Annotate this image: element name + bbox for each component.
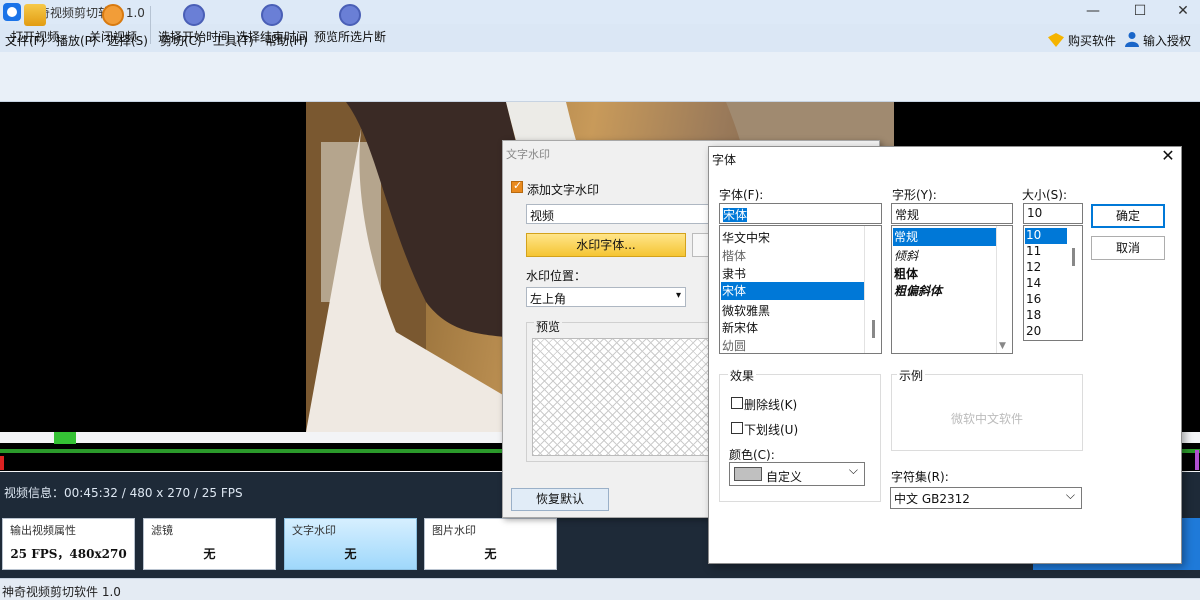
font-style-list[interactable]: 常规 倾斜 粗体 粗偏斜体 (891, 225, 1013, 354)
select-start-time-button[interactable]: 选择开始时间 (158, 4, 230, 48)
font-name-input[interactable]: 宋体 (719, 203, 882, 224)
color-value: 自定义 (766, 470, 803, 484)
maximize-button[interactable]: ☐ (1117, 0, 1163, 24)
font-size-list[interactable]: 10 11 12 14 16 18 20 (1023, 225, 1083, 341)
font-style-input[interactable]: 常规 (891, 203, 1013, 224)
timeline-end-marker[interactable] (1195, 450, 1199, 470)
size-option-selected[interactable]: 10 (1025, 228, 1067, 244)
font-name-list[interactable]: 华文中宋 楷体 隶书 宋体 微软雅黑 新宋体 幼圆 (719, 225, 882, 354)
font-list-scrollbar-thumb[interactable] (872, 320, 875, 338)
font-dialog-title: 字体 (712, 153, 737, 167)
size-option[interactable]: 14 (1026, 276, 1041, 290)
card-filter[interactable]: 滤镜 无 (143, 518, 276, 570)
position-select[interactable]: 左上角 (526, 287, 686, 307)
color-swatch (734, 467, 762, 481)
watermark-preview (532, 338, 710, 456)
status-text: 神奇视频剪切软件 1.0 (2, 585, 121, 599)
charset-label: 字符集(R): (891, 470, 949, 484)
bracket-start-icon (183, 4, 205, 26)
close-circle-icon (102, 4, 124, 26)
color-label: 颜色(C): (729, 448, 775, 462)
play-icon (339, 4, 361, 26)
card-value: 无 (203, 547, 216, 561)
bracket-end-icon (261, 4, 283, 26)
size-option[interactable]: 16 (1026, 292, 1041, 306)
watermark-font-button[interactable]: 水印字体... (526, 233, 686, 257)
position-label: 水印位置： (526, 269, 587, 283)
size-list-scrollbar-thumb[interactable] (1072, 248, 1075, 266)
strikeout-checkbox[interactable] (731, 397, 743, 409)
ok-button[interactable]: 确定 (1091, 204, 1165, 228)
close-window-button[interactable]: ✕ (1160, 0, 1200, 24)
watermark-text-input[interactable]: 视频 (526, 204, 716, 224)
preview-label: 预览 (534, 318, 563, 335)
font-option[interactable]: 楷体 (722, 247, 746, 264)
timeline-start-marker[interactable] (0, 456, 4, 470)
font-size-input[interactable]: 10 (1023, 203, 1083, 224)
card-output-properties[interactable]: 输出视频属性 25 FPS，480x270 (2, 518, 135, 570)
sample-label: 示例 (897, 367, 926, 384)
toolbar-separator (150, 6, 151, 44)
font-option[interactable]: 隶书 (722, 265, 746, 282)
select-end-time-button[interactable]: 选择结束时间 (236, 4, 308, 48)
font-option[interactable]: 华文中宋 (722, 229, 770, 246)
enable-watermark-checkbox[interactable] (511, 179, 523, 193)
card-title: 图片水印 (432, 524, 476, 537)
underline-label[interactable]: 下划线(U) (744, 421, 798, 438)
style-list-scrollbar[interactable] (996, 226, 1012, 353)
font-option[interactable]: 新宋体 (722, 319, 758, 336)
close-video-button[interactable]: 关闭视频 (86, 4, 140, 48)
video-info: 视频信息：00:45:32 / 480 x 270 / 25 FPS (4, 486, 243, 500)
status-bar (0, 578, 1200, 600)
card-image-watermark[interactable]: 图片水印 无 (424, 518, 557, 570)
card-text-watermark[interactable]: 文字水印 无 (284, 518, 417, 570)
card-title: 滤镜 (151, 524, 173, 537)
font-size-label: 大小(S): (1022, 188, 1068, 202)
style-option[interactable]: 粗体 (894, 265, 918, 282)
timeline-position-marker[interactable] (54, 432, 76, 444)
strikeout-label[interactable]: 删除线(K) (744, 396, 797, 413)
size-option[interactable]: 11 (1026, 244, 1041, 258)
sample-text: 微软中文软件 (950, 412, 1023, 426)
font-name-label: 字体(F): (719, 188, 764, 202)
style-option[interactable]: 粗偏斜体 (894, 282, 942, 299)
scroll-down-icon[interactable]: ▼ (999, 341, 1006, 351)
font-option[interactable]: 微软雅黑 (722, 302, 770, 319)
font-style-label: 字形(Y): (892, 188, 937, 202)
card-value: 无 (344, 547, 357, 561)
buy-software-link[interactable]: 购买软件 (1068, 32, 1116, 49)
card-title: 输出视频属性 (10, 524, 76, 537)
charset-select[interactable]: 中文 GB2312 (890, 487, 1082, 509)
toolbar (0, 52, 1200, 102)
style-option[interactable]: 倾斜 (894, 247, 918, 264)
user-icon (1125, 32, 1139, 47)
font-dialog-close-icon[interactable]: ✕ (1160, 148, 1176, 164)
size-option[interactable]: 20 (1026, 324, 1041, 338)
card-value: 无 (484, 547, 497, 561)
font-option[interactable]: 幼圆 (722, 337, 746, 353)
preview-selection-button[interactable]: 预览所选片断 (314, 4, 386, 48)
enable-watermark-label[interactable]: 添加文字水印 (527, 181, 599, 198)
font-option-selected[interactable]: 宋体 (721, 282, 864, 300)
cancel-button[interactable]: 取消 (1091, 236, 1165, 260)
folder-open-icon (24, 4, 46, 26)
size-option[interactable]: 12 (1026, 260, 1041, 274)
restore-defaults-button[interactable]: 恢复默认 (511, 488, 609, 511)
style-option-selected[interactable]: 常规 (893, 228, 997, 246)
effects-label: 效果 (728, 367, 757, 384)
underline-checkbox[interactable] (731, 422, 743, 434)
open-video-button[interactable]: 打开视频 (8, 4, 62, 48)
card-value: 25 FPS，480x270 (10, 547, 127, 561)
minimize-button[interactable]: — (1070, 0, 1116, 24)
size-option[interactable]: 18 (1026, 308, 1041, 322)
card-title: 文字水印 (292, 524, 336, 537)
dialog-title: 文字水印 (506, 148, 550, 161)
